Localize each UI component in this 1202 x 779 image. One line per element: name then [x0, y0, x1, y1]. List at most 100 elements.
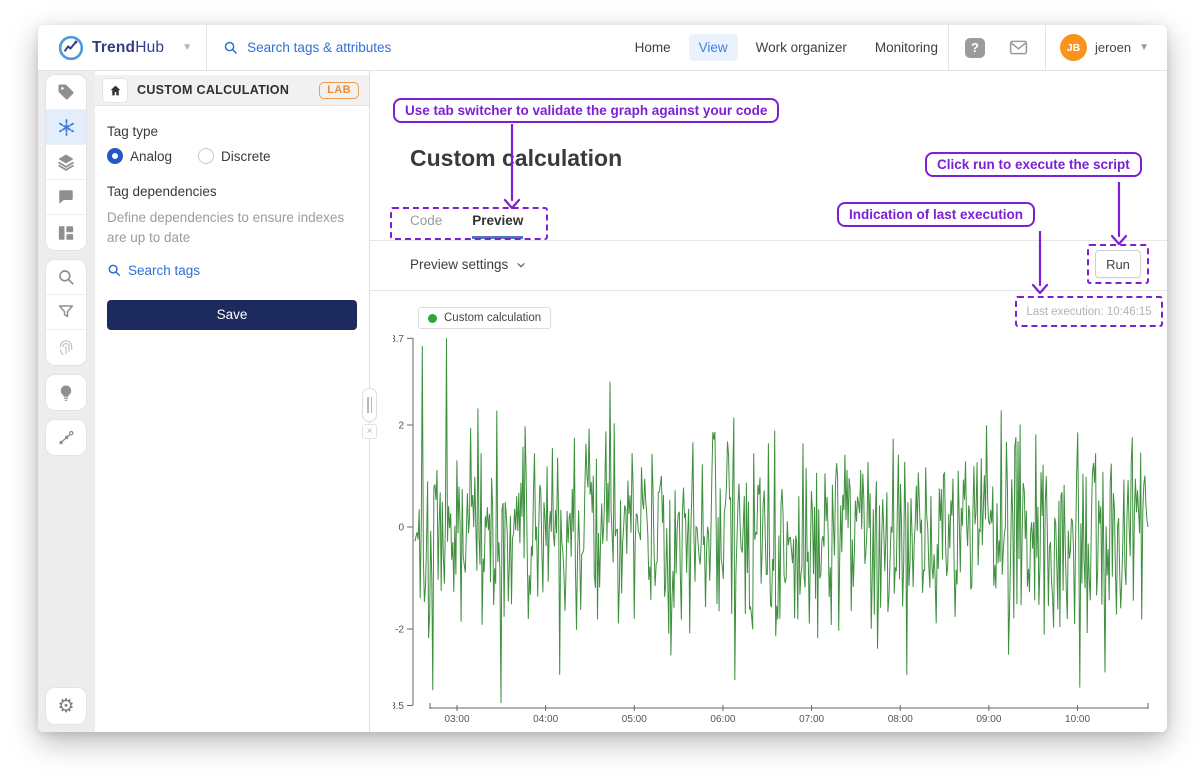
chart-legend[interactable]: Custom calculation [418, 307, 551, 329]
lightbulb-icon [57, 384, 75, 402]
custom-calculation-panel: CUSTOM CALCULATION LAB Tag type Analog D… [95, 71, 370, 732]
radio-analog[interactable]: Analog [107, 148, 172, 164]
tag-dependencies-label: Tag dependencies [107, 184, 357, 199]
annotation-tab-switcher: Use tab switcher to validate the graph a… [393, 98, 779, 123]
messages-button[interactable] [999, 25, 1039, 71]
svg-text:05:00: 05:00 [622, 714, 647, 725]
app-logo[interactable]: TrendHub ▼ [38, 35, 206, 61]
sidebar-item-tags[interactable] [46, 75, 86, 110]
custom-calculation-chart[interactable]: 3.7 2 0 -2 -3.5 03:00 04:00 05:00 06:00 07:00 08:0… [393, 328, 1155, 730]
sidebar-item-insights[interactable] [46, 375, 86, 410]
radio-discrete[interactable]: Discrete [198, 148, 271, 164]
envelope-icon [1008, 37, 1029, 58]
chevron-down-icon [515, 259, 527, 271]
main-nav: Home View Work organizer Monitoring [625, 34, 948, 61]
panel-title: CUSTOM CALCULATION [137, 83, 309, 97]
svg-text:07:00: 07:00 [799, 714, 824, 725]
global-search [207, 40, 463, 55]
radio-discrete-label: Discrete [221, 149, 271, 164]
svg-text:06:00: 06:00 [710, 714, 735, 725]
preview-settings-button[interactable]: Preview settings [410, 257, 527, 272]
nav-item-view[interactable]: View [689, 34, 738, 61]
svg-text:09:00: 09:00 [976, 714, 1001, 725]
annotation-last-execution: Indication of last execution [837, 202, 1035, 227]
app-name: TrendHub [92, 39, 164, 57]
icon-rail: ⚙ [38, 71, 95, 732]
settings-button[interactable]: ⚙ [46, 688, 86, 724]
custom-calculation-icon [57, 118, 76, 137]
tag-dependencies-hint: Define dependencies to ensure indexes ar… [107, 208, 357, 249]
nav-item-monitoring[interactable]: Monitoring [865, 34, 948, 61]
svg-text:08:00: 08:00 [888, 714, 913, 725]
tag-type-label: Tag type [107, 124, 357, 139]
panel-splitter: × [362, 388, 377, 439]
home-icon [109, 84, 122, 97]
svg-text:3.7: 3.7 [393, 334, 404, 345]
avatar: JB [1060, 34, 1087, 61]
comment-icon [57, 188, 75, 206]
nav-item-work-organizer[interactable]: Work organizer [746, 34, 857, 61]
home-button[interactable] [103, 79, 127, 102]
sidebar-item-search[interactable] [46, 260, 86, 295]
user-chevron-down-icon: ▼ [1139, 42, 1149, 53]
main-content: Custom calculation Code Preview Preview … [370, 71, 1167, 732]
top-navbar: TrendHub ▼ Home View Work organizer Moni… [38, 25, 1167, 71]
search-icon [223, 40, 238, 55]
sidebar-item-filter[interactable] [46, 295, 86, 330]
fingerprint-icon [57, 339, 75, 357]
radio-selected-icon [107, 148, 123, 164]
last-execution-status: Last execution: 10:46:15 [1015, 296, 1163, 327]
user-menu[interactable]: JB jeroen ▼ [1046, 34, 1167, 61]
user-name: jeroen [1095, 40, 1131, 55]
graph-nodes-icon [57, 429, 75, 447]
layers-icon [57, 153, 75, 171]
dashboard-layout-icon [57, 224, 75, 242]
trendhub-logo-icon [58, 35, 84, 61]
svg-text:-3.5: -3.5 [393, 701, 404, 712]
svg-text:0: 0 [398, 523, 404, 534]
filter-funnel-icon [57, 303, 75, 321]
search-input[interactable] [247, 40, 447, 55]
app-window: TrendHub ▼ Home View Work organizer Moni… [38, 25, 1167, 732]
search-tags-link[interactable]: Search tags [107, 263, 357, 278]
splitter-close-button[interactable]: × [362, 424, 377, 439]
sidebar-item-dashboard[interactable] [46, 215, 86, 250]
help-button[interactable]: ? [955, 25, 995, 71]
logo-chevron-down-icon[interactable]: ▼ [182, 42, 192, 53]
sidebar-item-fingerprint[interactable] [46, 330, 86, 365]
search-icon [57, 268, 75, 286]
sidebar-item-custom-calculation[interactable] [46, 110, 86, 145]
radio-unselected-icon [198, 148, 214, 164]
svg-text:-2: -2 [395, 625, 404, 636]
radio-analog-label: Analog [130, 149, 172, 164]
tabs-divider [370, 240, 1167, 241]
sidebar-item-layers[interactable] [46, 145, 86, 180]
page-title: Custom calculation [410, 145, 622, 172]
svg-text:2: 2 [398, 421, 404, 432]
legend-series-label: Custom calculation [444, 312, 541, 324]
tab-preview[interactable]: Preview [472, 213, 523, 239]
nav-item-home[interactable]: Home [625, 34, 681, 61]
toolbar-divider [370, 290, 1167, 291]
legend-series-dot-icon [428, 314, 437, 323]
navbar-divider [948, 25, 949, 71]
help-icon: ? [965, 38, 985, 58]
lab-badge: LAB [319, 82, 359, 99]
save-button[interactable]: Save [107, 300, 357, 330]
run-button[interactable]: Run [1095, 250, 1141, 278]
svg-text:04:00: 04:00 [533, 714, 558, 725]
preview-settings-label: Preview settings [410, 257, 508, 272]
tag-icon [57, 83, 75, 101]
tab-bar: Code Preview [410, 213, 523, 239]
tab-code[interactable]: Code [410, 213, 442, 239]
annotation-run: Click run to execute the script [925, 152, 1142, 177]
splitter-drag-handle[interactable] [362, 388, 377, 422]
panel-header: CUSTOM CALCULATION LAB [95, 75, 369, 106]
sidebar-item-graph-relations[interactable] [46, 420, 86, 455]
gear-icon: ⚙ [57, 697, 74, 716]
search-tags-label: Search tags [128, 263, 200, 278]
svg-text:03:00: 03:00 [444, 714, 469, 725]
search-icon [107, 263, 121, 277]
sidebar-item-comments[interactable] [46, 180, 86, 215]
svg-text:10:00: 10:00 [1065, 714, 1090, 725]
